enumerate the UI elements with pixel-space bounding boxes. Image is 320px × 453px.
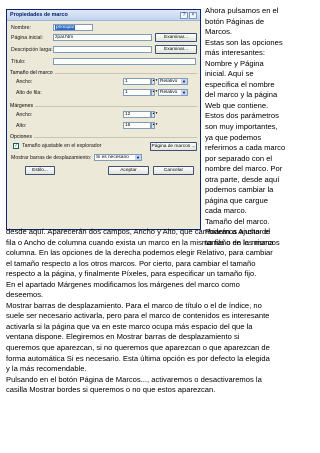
- body-text-line: activarla si la página que va en este ma…: [6, 321, 253, 331]
- side-text-line: especifica el nombre: [205, 79, 275, 89]
- body-text-line: forma automática Si es necesario. Esta ú…: [6, 353, 270, 363]
- side-text-line: nombre del marco. Por: [205, 164, 283, 174]
- side-text-line: del marco y la página: [205, 90, 278, 100]
- nombre-label: Nombre:: [11, 25, 31, 31]
- body-text-line: fila o Ancho de columna cuando exista un…: [6, 237, 274, 247]
- pagina-inicial-row: Página inicial: zpal.htm Examinar...: [10, 33, 197, 42]
- body-text-line: queremos que aparezcan, si no queremos q…: [6, 343, 270, 353]
- body-text-line: desde aquí. Aparecerán dos campos, Ancho…: [6, 227, 271, 236]
- body-text-line: En el apartado Márgenes modificamos los …: [6, 279, 240, 289]
- help-icon[interactable]: ?: [180, 11, 188, 19]
- side-text-line: botón Páginas de: [205, 16, 265, 26]
- side-text-line: por separado con el: [205, 153, 273, 163]
- barras-row: Mostrar barras de desplazamiento: Si es …: [10, 154, 197, 162]
- side-text-column: Ahora pulsamos en el botón Páginas de Marc…: [205, 6, 317, 249]
- side-text-line: Web que contiene.: [205, 100, 269, 110]
- side-text-line: página que cargue: [205, 195, 268, 205]
- chevron-down-icon: ▼: [181, 79, 187, 84]
- tamano-group-label: Tamaño del marco: [10, 70, 55, 76]
- body-text-line: deseemos.: [6, 290, 44, 300]
- body-text-line: Mostrar barras de desplazamiento. Para e…: [6, 300, 262, 310]
- side-text-line: más interesantes:: [205, 48, 265, 58]
- close-icon[interactable]: ×: [189, 11, 197, 19]
- aceptar-button[interactable]: Aceptar: [108, 166, 149, 175]
- chevron-down-icon: ▼: [135, 155, 141, 160]
- margenes-ancho-row: Ancho: 12 ▲▼: [10, 111, 197, 119]
- side-text-line: Nombre y Página: [205, 58, 264, 68]
- estilo-button[interactable]: Estilo...: [25, 166, 55, 175]
- barras-label: Mostrar barras de desplazamiento:: [11, 155, 92, 161]
- side-text-line: cada marco.: [205, 206, 247, 216]
- margenes-group-label: Márgenes: [10, 103, 36, 109]
- tamano-ancho-spinner[interactable]: ▲▼: [151, 78, 158, 85]
- barras-select[interactable]: Si es necesario ▼: [94, 154, 142, 161]
- tamano-alto-unit-select[interactable]: Relativo ▼: [158, 89, 188, 96]
- pagina-inicial-label: Página inicial:: [11, 35, 44, 41]
- cancelar-button[interactable]: Cancelar: [153, 166, 194, 175]
- frame-properties-dialog: Propiedades de marco ? × Nombre: princip…: [6, 9, 201, 230]
- body-text-line: el tamaño respecto a los otros marcos. P…: [6, 258, 256, 268]
- body-text-line: suele ser necesario activarla, pero para…: [6, 311, 270, 321]
- titulo-input[interactable]: [53, 58, 196, 65]
- tamano-ancho-row: Ancho: 1 ▲▼ Relativo ▼: [10, 78, 197, 86]
- body-text-line: respecto a la página, y finalmente Píxel…: [6, 269, 257, 279]
- tamano-alto-spinner[interactable]: ▲▼: [151, 89, 158, 96]
- opciones-group-label: Opciones: [10, 134, 34, 140]
- tamano-ancho-label: Ancho:: [16, 79, 33, 85]
- margenes-ancho-input[interactable]: 12: [123, 111, 151, 118]
- margenes-alto-input[interactable]: 16: [123, 122, 151, 129]
- side-text-line: son muy importantes,: [205, 122, 278, 132]
- body-text-line: y la más recomendable.: [6, 364, 87, 374]
- pagina-marcos-button[interactable]: Página de marcos ...: [150, 142, 197, 151]
- body-text-line: Pulsando en el botón Página de Marcos...…: [6, 374, 262, 384]
- margenes-ancho-label: Ancho:: [16, 112, 33, 118]
- side-text-line: Estas son las opciones: [205, 37, 283, 47]
- body-text-line: ventana dispone. Elegiremos en Mostrar b…: [6, 332, 240, 342]
- chevron-down-icon: ▼: [181, 90, 187, 95]
- tamano-alto-label: Alto de fila:: [16, 90, 42, 96]
- side-text-line: podemos cambiar la: [205, 185, 274, 195]
- side-text-line: Estos dos parámetros: [205, 111, 279, 121]
- dialog-titlebar: Propiedades de marco ? ×: [7, 10, 200, 21]
- ajustable-row: ✓ Tamaño ajustable en el explorador Pági…: [10, 142, 197, 151]
- titulo-label: Título:: [11, 59, 26, 65]
- margenes-alto-row: Alto: 16 ▲▼: [10, 122, 197, 130]
- margenes-ancho-spinner[interactable]: ▲▼: [151, 111, 158, 118]
- side-text-line: inicial. Aquí se: [205, 69, 254, 79]
- side-text-line: otra parte, desde aquí: [205, 174, 280, 184]
- ajustable-checkbox[interactable]: ✓: [13, 143, 19, 149]
- body-text: desde aquí. Aparecerán dos campos, Ancho…: [6, 227, 316, 396]
- tamano-ancho-input[interactable]: 1: [123, 78, 151, 85]
- side-text-line: Marcos.: [205, 27, 233, 37]
- descripcion-row: Descripción larga: Examinar...: [10, 45, 197, 54]
- opciones-group: Opciones: [10, 134, 197, 140]
- tamano-alto-row: Alto de fila: 1 ▲▼ Relativo ▼: [10, 89, 197, 97]
- examinar-pagina-button[interactable]: Examinar...: [155, 33, 197, 42]
- ajustable-label: Tamaño ajustable en el explorador: [22, 143, 102, 149]
- margenes-alto-spinner[interactable]: ▲▼: [151, 122, 158, 129]
- nombre-input[interactable]: principal: [53, 24, 93, 31]
- tamano-alto-input[interactable]: 1: [123, 89, 151, 96]
- descripcion-input[interactable]: [53, 46, 152, 53]
- nombre-row: Nombre: principal: [10, 24, 197, 32]
- examinar-descripcion-button[interactable]: Examinar...: [155, 45, 197, 54]
- margenes-alto-label: Alto:: [16, 123, 27, 129]
- side-text-line: referirnos a cada marco: [205, 143, 286, 153]
- margenes-group: Márgenes: [10, 103, 197, 109]
- body-text-line: casilla Mostrar bordes si queremos o no …: [6, 385, 216, 395]
- tamano-ancho-unit-select[interactable]: Relativo ▼: [158, 78, 188, 85]
- body-text-line: columna. En las opciones de la derecha p…: [6, 248, 273, 258]
- pagina-inicial-input[interactable]: zpal.htm: [53, 34, 152, 41]
- side-text-line: Tamaño del marco.: [205, 216, 270, 226]
- side-text-line: ya que podemos: [205, 132, 262, 142]
- titulo-row: Título:: [10, 58, 197, 66]
- side-text-line: Ahora pulsamos en el: [205, 6, 279, 15]
- dialog-title: Propiedades de marco: [10, 12, 68, 18]
- descripcion-label: Descripción larga:: [11, 47, 53, 53]
